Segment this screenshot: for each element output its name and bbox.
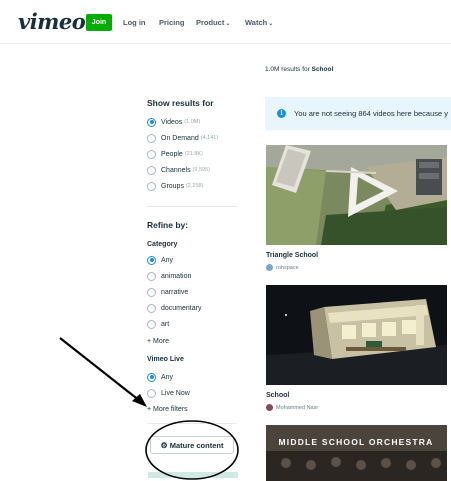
top-navigation-bar: vimeo Join Log in Pricing Product⌄ Watch…: [0, 0, 451, 44]
orchestra-thumbnail-image: MIDDLE SCHOOL ORCHESTRA: [266, 425, 447, 481]
video-thumbnail[interactable]: MIDDLE SCHOOL ORCHESTRA: [266, 425, 447, 481]
category-any[interactable]: Any: [147, 254, 173, 266]
radio[interactable]: [147, 133, 156, 143]
category-animation[interactable]: animation: [147, 270, 191, 282]
live-any[interactable]: Any: [147, 371, 173, 383]
orchestra-overlay-text: MIDDLE SCHOOL ORCHESTRA: [279, 437, 434, 447]
radio[interactable]: [147, 271, 156, 281]
category-documentary[interactable]: documentary: [147, 302, 201, 314]
video-title[interactable]: School: [266, 392, 289, 399]
radio[interactable]: [147, 165, 156, 175]
night-school-thumbnail-image: [266, 285, 447, 385]
info-icon: i: [277, 109, 286, 118]
filter-type-videos[interactable]: Videos (1.0M): [147, 116, 200, 128]
vimeo-logo[interactable]: vimeo: [18, 9, 86, 34]
category-narrative[interactable]: narrative: [147, 286, 188, 298]
nav-pricing[interactable]: Pricing: [159, 18, 184, 27]
annotation-arrowhead: [132, 394, 147, 407]
radio-selected[interactable]: [147, 255, 156, 265]
more-filters-link[interactable]: + More filters: [147, 406, 188, 413]
video-thumbnail[interactable]: [266, 145, 447, 245]
avatar: [266, 404, 273, 411]
radio[interactable]: [147, 287, 156, 297]
filter-type-groups[interactable]: Groups (2,258): [147, 180, 203, 192]
radio-selected[interactable]: [147, 372, 156, 382]
aerial-school-thumbnail-image: [266, 145, 447, 245]
more-categories-link[interactable]: + More: [147, 338, 169, 345]
radio[interactable]: [147, 319, 156, 329]
annotation-arrow-line: [59, 337, 141, 402]
join-button[interactable]: Join: [86, 14, 112, 31]
show-results-title: Show results for: [147, 98, 214, 108]
filter-type-channels[interactable]: Channels (9,595): [147, 164, 210, 176]
filter-type-people[interactable]: People (21.8K): [147, 148, 203, 160]
avatar: [266, 264, 273, 271]
nav-product[interactable]: Product⌄: [196, 18, 230, 27]
nav-log-in[interactable]: Log in: [123, 18, 146, 27]
video-thumbnail[interactable]: [266, 285, 447, 385]
sidebar-footer-bar: [148, 472, 238, 478]
sidebar-divider: [147, 423, 237, 424]
chevron-down-icon: ⌄: [225, 21, 231, 27]
mature-content-button[interactable]: ⚙ Mature content: [150, 436, 234, 454]
refine-by-title: Refine by:: [147, 220, 189, 230]
live-now[interactable]: Live Now: [147, 387, 190, 399]
sidebar-divider: [147, 206, 237, 207]
radio-selected[interactable]: [147, 117, 156, 127]
category-title: Category: [147, 241, 178, 248]
hidden-videos-notice: i You are not seeing 864 videos here bec…: [265, 97, 451, 130]
radio[interactable]: [147, 181, 156, 191]
radio[interactable]: [147, 388, 156, 398]
radio[interactable]: [147, 303, 156, 313]
results-count: 1.0M results for School: [265, 66, 334, 73]
category-art[interactable]: art: [147, 318, 169, 330]
nav-watch[interactable]: Watch⌄: [245, 18, 273, 27]
chevron-down-icon: ⌄: [268, 21, 274, 27]
filter-type-on-demand[interactable]: On Demand (4,141): [147, 132, 218, 144]
vimeo-live-title: Vimeo Live: [147, 356, 184, 363]
video-title[interactable]: Triangle School: [266, 252, 318, 259]
video-author[interactable]: Mohammed Nasr: [266, 404, 318, 411]
radio[interactable]: [147, 149, 156, 159]
video-author[interactable]: rohspace: [266, 264, 299, 271]
gear-icon: ⚙: [160, 440, 168, 450]
